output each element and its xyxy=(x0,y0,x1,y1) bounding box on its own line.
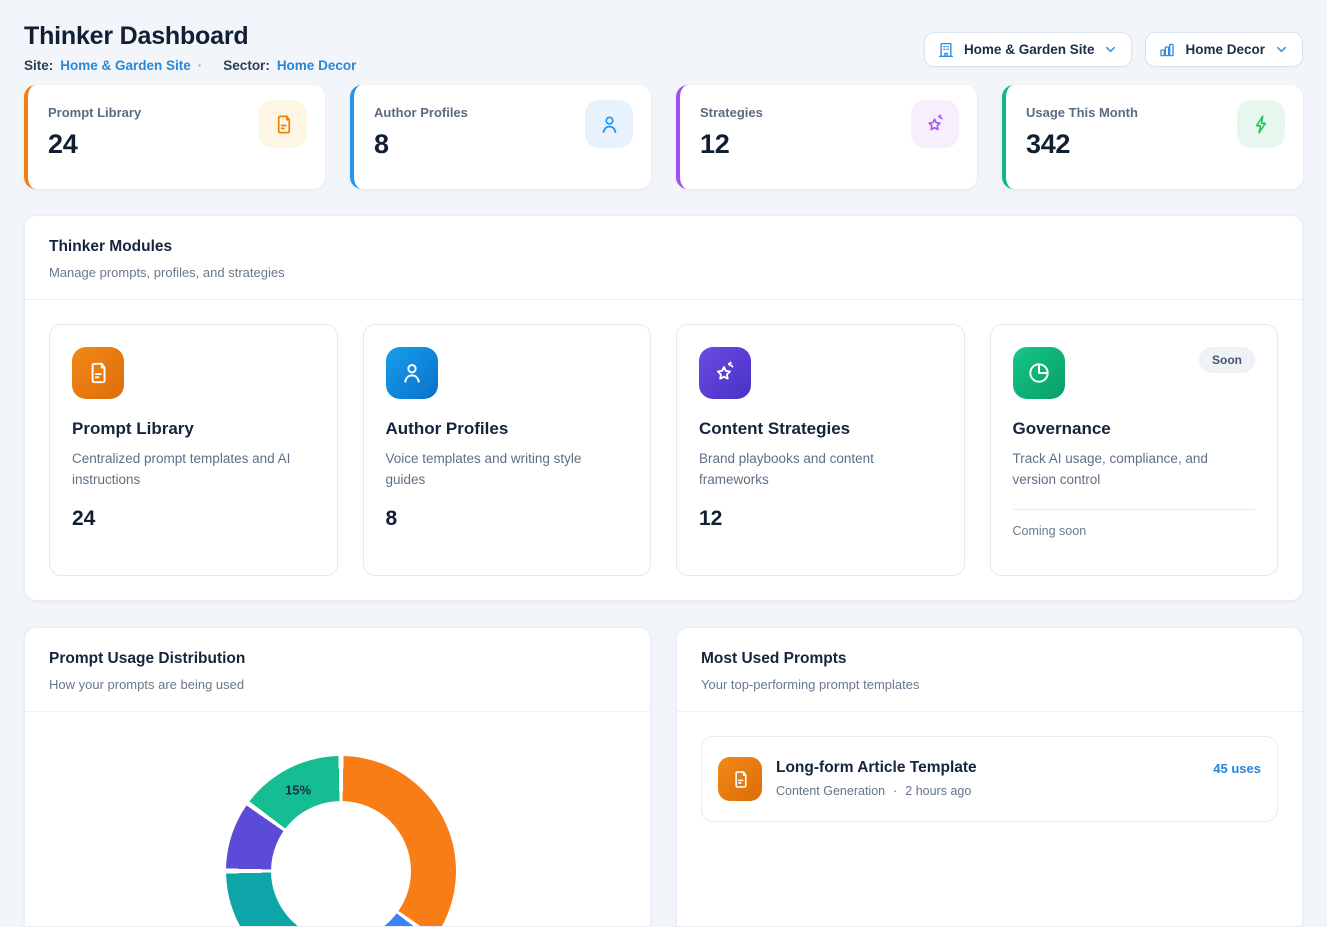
sparkle-star-icon xyxy=(699,347,751,399)
module-card-governance[interactable]: Soon Governance Track AI usage, complian… xyxy=(990,324,1279,576)
bar-chart-icon xyxy=(1158,41,1176,59)
site-selector-label: Home & Garden Site xyxy=(964,42,1095,57)
module-count: 12 xyxy=(699,507,942,531)
most-used-prompts-card: Most Used Prompts Your top-performing pr… xyxy=(676,627,1303,927)
usage-card-title: Prompt Usage Distribution xyxy=(49,650,626,668)
module-description: Centralized prompt templates and AI inst… xyxy=(72,449,302,491)
module-description: Track AI usage, compliance, and version … xyxy=(1013,449,1243,491)
modules-panel-title: Thinker Modules xyxy=(49,238,1278,256)
donut-slice-label: 15% xyxy=(285,783,311,798)
thinker-modules-panel: Thinker Modules Manage prompts, profiles… xyxy=(24,215,1303,601)
prompt-item-meta: Content Generation · 2 hours ago xyxy=(776,784,1199,798)
sector-link[interactable]: Home Decor xyxy=(277,58,357,73)
prompt-time: 2 hours ago xyxy=(905,784,971,798)
module-description: Voice templates and writing style guides xyxy=(386,449,616,491)
donut-chart: 15% xyxy=(226,756,456,927)
module-card-prompt-library[interactable]: Prompt Library Centralized prompt templa… xyxy=(49,324,338,576)
sparkle-star-icon xyxy=(911,100,959,148)
sector-label: Sector: xyxy=(223,58,270,73)
user-icon xyxy=(386,347,438,399)
user-icon xyxy=(585,100,633,148)
header-selectors: Home & Garden Site Home Decor xyxy=(924,32,1303,67)
stat-card-strategies: Strategies 12 xyxy=(676,85,977,189)
usage-card-header: Prompt Usage Distribution How your promp… xyxy=(25,628,650,712)
stat-card-prompt-library: Prompt Library 24 xyxy=(24,85,325,189)
module-card-content-strategies[interactable]: Content Strategies Brand playbooks and c… xyxy=(676,324,965,576)
chevron-down-icon xyxy=(1274,42,1289,57)
prompt-uses-badge: 45 uses xyxy=(1213,757,1261,776)
prompt-category: Content Generation xyxy=(776,784,885,798)
usage-card-subtitle: How your prompts are being used xyxy=(49,677,626,692)
prompts-card-title: Most Used Prompts xyxy=(701,650,1278,668)
module-count: 8 xyxy=(386,507,629,531)
sector-selector-dropdown[interactable]: Home Decor xyxy=(1145,32,1303,67)
stat-card-usage: Usage This Month 342 xyxy=(1002,85,1303,189)
prompt-item-body: Long-form Article Template Content Gener… xyxy=(776,757,1199,798)
bottom-row: Prompt Usage Distribution How your promp… xyxy=(24,627,1303,927)
prompt-list-item[interactable]: Long-form Article Template Content Gener… xyxy=(701,736,1278,822)
document-icon xyxy=(718,757,762,801)
prompt-usage-card: Prompt Usage Distribution How your promp… xyxy=(24,627,651,927)
topbar: Thinker Dashboard Site: Home & Garden Si… xyxy=(24,22,1303,73)
stats-row: Prompt Library 24 Author Profiles 8 Stra… xyxy=(24,85,1303,189)
module-title: Content Strategies xyxy=(699,419,942,439)
modules-grid: Prompt Library Centralized prompt templa… xyxy=(25,300,1302,600)
module-title: Prompt Library xyxy=(72,419,315,439)
site-selector-dropdown[interactable]: Home & Garden Site xyxy=(924,32,1133,67)
prompts-card-header: Most Used Prompts Your top-performing pr… xyxy=(677,628,1302,712)
building-icon xyxy=(937,41,955,59)
stat-card-author-profiles: Author Profiles 8 xyxy=(350,85,651,189)
module-title: Governance xyxy=(1013,419,1256,439)
document-icon xyxy=(72,347,124,399)
modules-panel-header: Thinker Modules Manage prompts, profiles… xyxy=(25,216,1302,300)
meta-separator: · xyxy=(198,58,203,73)
soon-badge: Soon xyxy=(1199,347,1255,373)
modules-panel-subtitle: Manage prompts, profiles, and strategies xyxy=(49,265,1278,280)
sector-selector-label: Home Decor xyxy=(1185,42,1265,57)
module-count: 24 xyxy=(72,507,315,531)
site-label: Site: xyxy=(24,58,53,73)
coming-soon-text: Coming soon xyxy=(1013,524,1256,538)
prompt-item-title: Long-form Article Template xyxy=(776,759,1199,777)
module-divider xyxy=(1013,509,1256,510)
pie-chart-icon xyxy=(1013,347,1065,399)
module-title: Author Profiles xyxy=(386,419,629,439)
module-card-author-profiles[interactable]: Author Profiles Voice templates and writ… xyxy=(363,324,652,576)
module-description: Brand playbooks and content frameworks xyxy=(699,449,929,491)
bolt-icon xyxy=(1237,100,1285,148)
document-icon xyxy=(259,100,307,148)
chevron-down-icon xyxy=(1103,42,1118,57)
site-link[interactable]: Home & Garden Site xyxy=(60,58,191,73)
meta-separator: · xyxy=(893,784,897,798)
dashboard-page: Thinker Dashboard Site: Home & Garden Si… xyxy=(0,0,1327,826)
prompts-card-subtitle: Your top-performing prompt templates xyxy=(701,677,1278,692)
